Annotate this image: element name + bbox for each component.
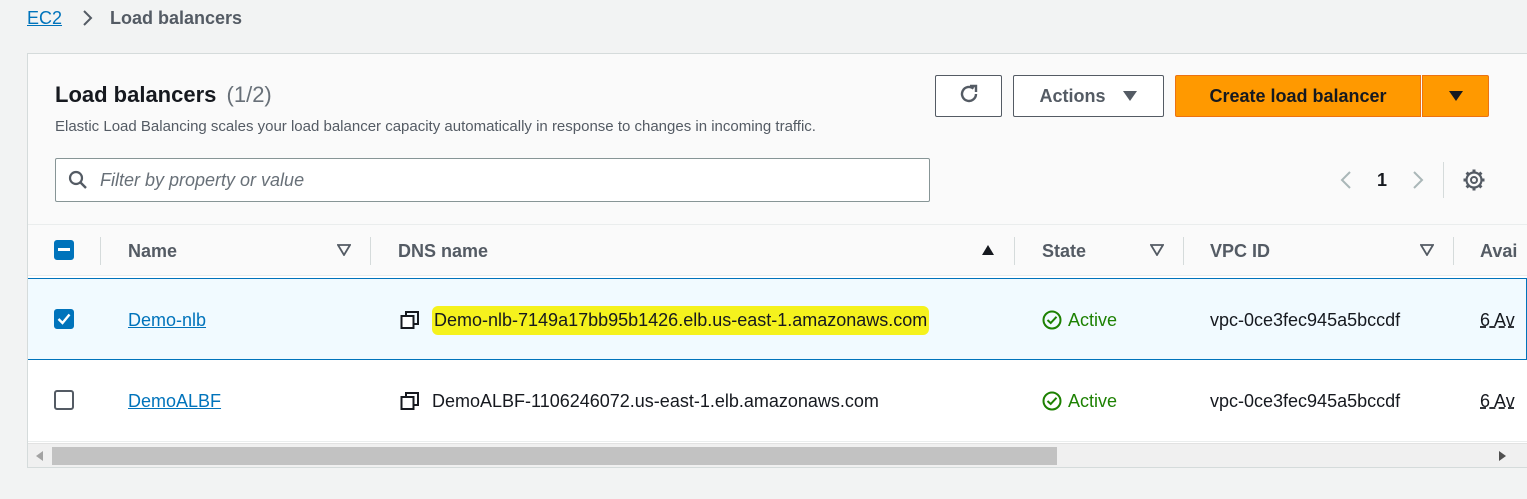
- column-header-state[interactable]: State: [1042, 225, 1086, 277]
- column-divider: [1183, 237, 1184, 265]
- sort-caret-icon[interactable]: [332, 238, 356, 262]
- actions-label: Actions: [1039, 85, 1106, 106]
- sort-ascending-icon[interactable]: [976, 238, 1000, 262]
- create-dropdown-button[interactable]: [1422, 75, 1489, 117]
- horizontal-scrollbar[interactable]: [28, 443, 1527, 467]
- previous-page-icon[interactable]: [1328, 162, 1364, 198]
- create-load-balancer-button[interactable]: Create load balancer: [1175, 75, 1421, 117]
- table-row[interactable]: Demo-nlb Demo-nlb-7149a17bb95b1426.elb.u…: [28, 278, 1527, 361]
- copy-icon[interactable]: [400, 310, 420, 330]
- row-checkbox[interactable]: [54, 309, 74, 329]
- column-divider: [370, 237, 371, 265]
- breadcrumb-current: Load balancers: [110, 7, 243, 28]
- check-circle-icon: [1042, 310, 1062, 330]
- panel-header: Load balancers (1/2) Elastic Load Balanc…: [28, 54, 1527, 224]
- dns-name-text: DemoALBF-1106246072.us-east-1.elb.amazon…: [432, 390, 879, 411]
- breadcrumb: EC2 Load balancers: [27, 6, 242, 30]
- state-status-text: Active: [1068, 309, 1118, 330]
- state-status-text: Active: [1068, 390, 1118, 411]
- dns-name-text: Demo-nlb-7149a17bb95b1426.elb.us-east-1.…: [432, 305, 930, 335]
- scrollbar-thumb[interactable]: [52, 447, 1057, 465]
- row-checkbox[interactable]: [54, 390, 74, 410]
- vpc-id-text: vpc-0ce3fec945a5bccdf: [1210, 390, 1401, 411]
- table-row[interactable]: DemoALBF DemoALBF-1106246072.us-east-1.e…: [28, 360, 1527, 442]
- column-divider: [1453, 237, 1454, 265]
- column-header-availability-zones[interactable]: Avai: [1480, 225, 1517, 277]
- sort-caret-icon[interactable]: [1145, 238, 1169, 262]
- column-header-vpc-id[interactable]: VPC ID: [1210, 225, 1270, 277]
- filter-search-box[interactable]: [55, 158, 930, 202]
- actions-button[interactable]: Actions: [1013, 75, 1164, 117]
- caret-down-icon: [1448, 86, 1464, 107]
- refresh-button[interactable]: [935, 75, 1002, 117]
- filter-input[interactable]: [100, 169, 880, 191]
- current-page-number[interactable]: 1: [1364, 170, 1400, 191]
- breadcrumb-ec2-link[interactable]: EC2: [27, 8, 62, 29]
- scroll-left-icon[interactable]: [30, 444, 50, 467]
- load-balancers-panel: Load balancers (1/2) Elastic Load Balanc…: [27, 53, 1527, 468]
- refresh-icon: [957, 82, 981, 111]
- caret-down-icon: [1122, 86, 1138, 107]
- page-title: Load balancers (1/2): [55, 82, 272, 108]
- search-icon: [56, 158, 100, 202]
- selection-count: (1/2): [226, 82, 272, 107]
- copy-icon[interactable]: [400, 391, 420, 411]
- check-circle-icon: [1042, 391, 1062, 411]
- load-balancer-name-link[interactable]: Demo-nlb: [128, 310, 206, 331]
- scroll-right-icon[interactable]: [1492, 444, 1512, 467]
- column-header-dns-name[interactable]: DNS name: [398, 225, 488, 277]
- create-label: Create load balancer: [1209, 85, 1387, 106]
- pagination: 1: [1328, 162, 1436, 198]
- gear-icon[interactable]: [1456, 162, 1492, 198]
- availability-zones-text[interactable]: 6 Av: [1480, 279, 1515, 361]
- column-divider: [1014, 237, 1015, 265]
- availability-zones-text[interactable]: 6 Av: [1480, 360, 1515, 442]
- chevron-right-icon: [74, 6, 102, 30]
- pagination-divider: [1443, 162, 1444, 198]
- title-text: Load balancers: [55, 82, 217, 107]
- column-header-name[interactable]: Name: [128, 225, 177, 277]
- table-header: Name DNS name State VPC ID Avai: [28, 224, 1527, 276]
- next-page-icon[interactable]: [1400, 162, 1436, 198]
- column-divider: [100, 237, 101, 265]
- load-balancer-name-link[interactable]: DemoALBF: [128, 391, 221, 412]
- page-description: Elastic Load Balancing scales your load …: [55, 118, 816, 135]
- vpc-id-text: vpc-0ce3fec945a5bccdf: [1210, 309, 1401, 330]
- select-all-checkbox[interactable]: [54, 240, 74, 260]
- sort-caret-icon[interactable]: [1415, 238, 1439, 262]
